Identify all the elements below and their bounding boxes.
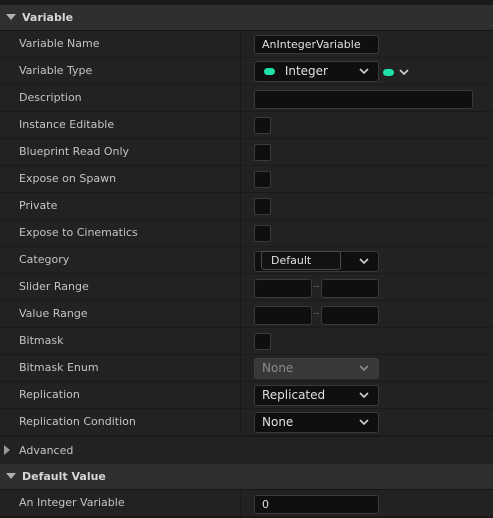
caret-down-icon[interactable] bbox=[0, 473, 22, 480]
replication-dropdown[interactable]: Replicated bbox=[254, 385, 379, 406]
row-category: Category Default bbox=[0, 247, 493, 274]
variable-type-dropdown[interactable]: Integer bbox=[254, 61, 379, 82]
row-label: Variable Type bbox=[19, 64, 93, 77]
row-variable-type: Variable Type Integer bbox=[0, 58, 493, 85]
column-divider bbox=[240, 328, 241, 355]
replication-condition-value: None bbox=[262, 415, 294, 429]
chevron-down-icon bbox=[359, 392, 369, 399]
column-divider bbox=[240, 355, 241, 382]
slider-range-max-input[interactable] bbox=[321, 279, 379, 298]
section-title: Default Value bbox=[22, 470, 106, 483]
replication-value: Replicated bbox=[262, 388, 326, 402]
range-separator: .. bbox=[313, 280, 320, 290]
column-divider bbox=[240, 193, 241, 220]
row-label: Bitmask Enum bbox=[19, 361, 99, 374]
bitmask-checkbox[interactable] bbox=[254, 333, 271, 350]
single-pin-icon bbox=[383, 69, 394, 76]
description-input[interactable] bbox=[254, 90, 473, 109]
row-bitmask: Bitmask bbox=[0, 328, 493, 355]
chevron-down-icon bbox=[359, 258, 369, 265]
bitmask-enum-value: None bbox=[262, 361, 294, 375]
row-label: Value Range bbox=[19, 307, 88, 320]
variable-type-value: Integer bbox=[284, 64, 328, 78]
advanced-label: Advanced bbox=[19, 444, 74, 457]
row-label: Description bbox=[19, 91, 82, 104]
private-checkbox[interactable] bbox=[254, 198, 271, 215]
chevron-down-icon bbox=[359, 419, 369, 426]
caret-right-icon[interactable] bbox=[4, 445, 11, 458]
instance-editable-checkbox[interactable] bbox=[254, 117, 271, 134]
column-divider bbox=[240, 247, 241, 274]
row-an-integer-variable: An Integer Variable 0 bbox=[0, 490, 493, 517]
column-divider bbox=[240, 85, 241, 112]
column-divider bbox=[240, 139, 241, 166]
details-panel: Variable Variable Name AnIntegerVariable… bbox=[0, 0, 493, 518]
row-label: Expose on Spawn bbox=[19, 172, 117, 185]
category-dropdown[interactable]: Default bbox=[254, 251, 379, 272]
expose-on-spawn-checkbox[interactable] bbox=[254, 171, 271, 188]
column-divider bbox=[240, 382, 241, 409]
chevron-down-icon bbox=[399, 69, 409, 76]
value-range-max-input[interactable] bbox=[321, 306, 379, 325]
category-input[interactable]: Default bbox=[261, 251, 341, 270]
row-label: Variable Name bbox=[19, 37, 100, 50]
row-label: Expose to Cinematics bbox=[19, 226, 138, 239]
row-expose-on-spawn: Expose on Spawn bbox=[0, 166, 493, 193]
column-divider bbox=[240, 58, 241, 85]
column-divider bbox=[240, 274, 241, 301]
container-type-dropdown[interactable] bbox=[383, 65, 413, 79]
column-divider bbox=[240, 490, 241, 517]
column-divider bbox=[240, 220, 241, 247]
row-blueprint-read-only: Blueprint Read Only bbox=[0, 139, 493, 166]
row-label: Private bbox=[19, 199, 58, 212]
chevron-down-icon bbox=[359, 365, 369, 372]
advanced-expander[interactable]: Advanced bbox=[0, 437, 493, 464]
chevron-down-icon bbox=[359, 68, 369, 75]
row-label: Replication Condition bbox=[19, 415, 136, 428]
row-slider-range: Slider Range .. bbox=[0, 274, 493, 301]
variable-name-input[interactable]: AnIntegerVariable bbox=[254, 35, 379, 54]
section-header-default-value[interactable]: Default Value bbox=[0, 464, 493, 490]
row-label: Replication bbox=[19, 388, 80, 401]
column-divider bbox=[240, 31, 241, 58]
row-bitmask-enum: Bitmask Enum None bbox=[0, 355, 493, 382]
row-replication: Replication Replicated bbox=[0, 382, 493, 409]
bitmask-enum-dropdown[interactable]: None bbox=[254, 358, 379, 379]
integer-default-input[interactable]: 0 bbox=[254, 495, 379, 514]
expose-to-cinematics-checkbox[interactable] bbox=[254, 225, 271, 242]
blueprint-read-only-checkbox[interactable] bbox=[254, 144, 271, 161]
row-label: Instance Editable bbox=[19, 118, 115, 131]
section-header-variable[interactable]: Variable bbox=[0, 5, 493, 31]
column-divider bbox=[240, 409, 241, 436]
row-instance-editable: Instance Editable bbox=[0, 112, 493, 139]
row-label: Blueprint Read Only bbox=[19, 145, 130, 158]
replication-condition-dropdown[interactable]: None bbox=[254, 412, 379, 433]
row-replication-condition: Replication Condition None bbox=[0, 409, 493, 436]
row-expose-to-cinematics: Expose to Cinematics bbox=[0, 220, 493, 247]
integer-pin-icon bbox=[264, 68, 275, 75]
row-private: Private bbox=[0, 193, 493, 220]
column-divider bbox=[240, 112, 241, 139]
row-variable-name: Variable Name AnIntegerVariable bbox=[0, 31, 493, 58]
row-value-range: Value Range .. bbox=[0, 301, 493, 328]
row-description: Description bbox=[0, 85, 493, 112]
value-range-min-input[interactable] bbox=[254, 306, 312, 325]
caret-down-icon[interactable] bbox=[0, 14, 22, 21]
row-label: Slider Range bbox=[19, 280, 89, 293]
range-separator: .. bbox=[313, 307, 320, 317]
column-divider bbox=[240, 301, 241, 328]
row-label: Bitmask bbox=[19, 334, 64, 347]
row-label: An Integer Variable bbox=[19, 496, 125, 509]
slider-range-min-input[interactable] bbox=[254, 279, 312, 298]
section-title: Variable bbox=[22, 11, 74, 24]
column-divider bbox=[240, 166, 241, 193]
row-label: Category bbox=[19, 253, 70, 266]
